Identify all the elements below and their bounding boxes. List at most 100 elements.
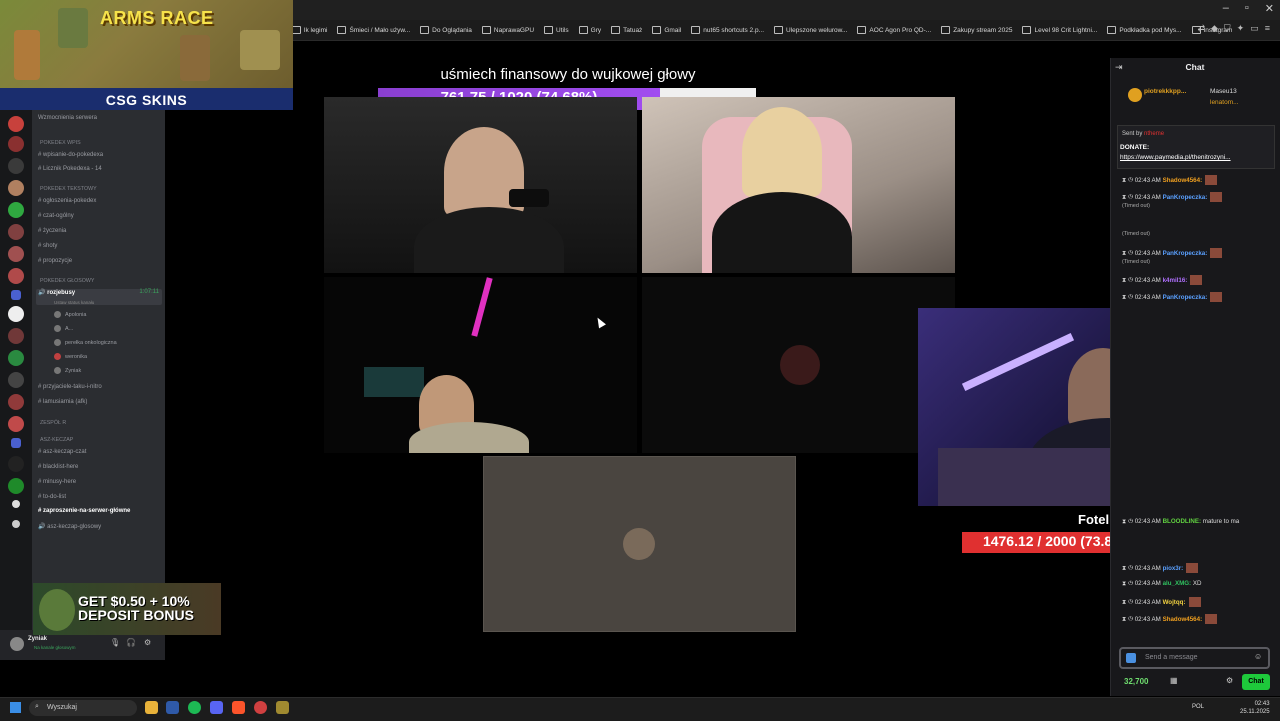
bookmark-item[interactable]: Utils (544, 26, 569, 34)
server-icon[interactable] (8, 478, 24, 494)
bookmark-item[interactable]: Podkładka pod Mys... (1107, 26, 1182, 34)
video-tile-2[interactable] (642, 97, 955, 273)
gift-icon[interactable]: ▦ (1170, 676, 1178, 685)
voice-status[interactable]: Ustaw status kanału (54, 300, 94, 305)
brave-icon[interactable] (232, 701, 245, 714)
chat-message[interactable]: ⧗ ◷ 02:43 AM BLOODLINE: mature to ma (1122, 518, 1239, 526)
channel-item[interactable]: # zaproszenie-na-serwer-główne (38, 508, 130, 514)
bookmark-item[interactable]: Śmieci / Mało używ... (337, 26, 410, 34)
video-tile-5[interactable] (483, 456, 796, 632)
server-icon[interactable] (12, 520, 20, 528)
chat-message[interactable]: ⧗ ◷ 02:43 AM Wojtqq: (1122, 597, 1201, 607)
puzzle-icon[interactable]: ✦ (1237, 23, 1245, 34)
server-icon[interactable] (12, 500, 20, 508)
menu-icon[interactable]: ≡ (1265, 23, 1270, 34)
server-icon[interactable] (8, 224, 24, 240)
maximize-button[interactable]: ▫ (1245, 2, 1249, 15)
channel-item[interactable]: # minusy-here (38, 479, 76, 485)
headphones-icon[interactable]: 🎧 (126, 638, 136, 647)
avatar[interactable] (10, 637, 24, 651)
video-tile-3[interactable] (324, 277, 637, 453)
channel-points[interactable]: 32,700 (1124, 677, 1148, 686)
channel-item[interactable]: # to-do-list (38, 494, 66, 500)
server-icon[interactable] (8, 394, 24, 410)
extension-icon[interactable]: ◆ (1211, 23, 1218, 34)
chat-timeout-notice[interactable]: (Timed out) (1122, 259, 1150, 265)
bookmark-item[interactable]: Ulepszone welurow... (774, 26, 847, 34)
chat-message[interactable]: ⧗ ◷ 02:43 AM Shadow4564: (1122, 614, 1218, 624)
channel-item[interactable]: # czat-ogólny (38, 213, 74, 219)
server-icon[interactable] (8, 350, 24, 366)
settings-gear-icon[interactable]: ⚙ (144, 638, 151, 647)
voice-user[interactable]: perełka onkologiczna (54, 339, 117, 346)
chat-timeout-notice[interactable]: (Timed out) (1122, 231, 1150, 237)
chat-send-button[interactable]: Chat (1242, 674, 1270, 690)
language-indicator[interactable]: POL (1192, 704, 1204, 710)
channel-item[interactable]: # przyjaciele-taku-i-nitro (38, 384, 102, 390)
server-icon[interactable] (8, 328, 24, 344)
channel-item[interactable]: 🔊 asz-keczap-glosowy (38, 523, 101, 530)
bookmark-item[interactable]: Gry (578, 26, 601, 34)
category-label[interactable]: asz-keczap (40, 437, 73, 443)
top-user[interactable]: piotrekkkpp... (1144, 88, 1186, 95)
taskbar-search[interactable]: ⌕ Wyszukaj (29, 700, 137, 716)
channel-item[interactable]: # Licznik Pokedexa - 14 (38, 166, 102, 172)
sidebar-icon[interactable]: ▭ (1250, 23, 1259, 34)
close-button[interactable]: ✕ (1265, 2, 1274, 15)
server-icon[interactable] (8, 456, 24, 472)
store-icon[interactable] (166, 701, 179, 714)
app-icon[interactable] (276, 701, 289, 714)
channel-item[interactable]: # blacklist-here (38, 464, 78, 470)
chat-settings-icon[interactable]: ⚙ (1226, 676, 1233, 685)
bookmark-item[interactable]: Do Oglądania (420, 26, 472, 34)
obs-icon[interactable] (254, 701, 267, 714)
server-icon[interactable] (8, 416, 24, 432)
category-label[interactable]: POKEDEX Wpis (40, 140, 81, 146)
chat-timeout-notice[interactable]: (Timed out) (1122, 203, 1150, 209)
channel-item[interactable]: # propozycje (38, 258, 72, 264)
server-icon[interactable] (8, 372, 24, 388)
folder-icon[interactable] (11, 290, 21, 300)
channel-item[interactable]: # ogłoszenia-pokedex (38, 198, 96, 204)
top-user[interactable]: Maseu13 (1210, 88, 1237, 95)
chat-message[interactable]: ⧗ ◷ 02:43 AM PanKropeczka: (1122, 248, 1223, 258)
chat-message[interactable]: ⧗ ◷ 02:43 AM Shadow4564: (1122, 175, 1218, 185)
game-ad-banner[interactable]: ARMS RACE CSG SKINS (0, 0, 293, 110)
category-label[interactable]: POKEDEX GŁOSOWY (40, 278, 94, 284)
top-user[interactable]: lenatom... (1210, 99, 1239, 106)
category-label[interactable]: Zespół R (40, 420, 66, 426)
discord-icon[interactable] (210, 701, 223, 714)
video-tile-4[interactable] (642, 277, 955, 453)
server-icon[interactable] (8, 116, 24, 132)
server-icon[interactable] (8, 306, 24, 322)
bookmark-item[interactable]: Gmail (652, 26, 681, 34)
bookmark-item[interactable]: nut65 shortcuts 2.p... (691, 26, 764, 34)
voice-user[interactable]: Apolonia (54, 311, 86, 318)
chat-message[interactable]: ⧗ ◷ 02:43 AM k4mil16: (1122, 275, 1203, 285)
chat-message[interactable]: ⧗ ◷ 02:43 AM PanKropeczka: (1122, 192, 1223, 202)
bookmark-item[interactable]: Zakupy stream 2025 (941, 26, 1012, 34)
video-tile-1[interactable] (324, 97, 637, 273)
boost-item[interactable]: Wzmocnienia serwera (38, 115, 97, 121)
voice-user[interactable]: weronika (54, 353, 87, 360)
voice-user[interactable]: A... (54, 325, 73, 332)
shield-icon[interactable]: ⛉ (1224, 23, 1231, 34)
channel-item[interactable]: # życzenia (38, 228, 66, 234)
bookmark-item[interactable]: lk legimi (292, 26, 327, 34)
chat-message[interactable]: ⧗ ◷ 02:43 AM PanKropeczka: (1122, 292, 1223, 302)
start-icon[interactable] (10, 702, 21, 713)
emote-picker-icon[interactable]: ☺ (1254, 652, 1262, 661)
file-explorer-icon[interactable] (145, 701, 158, 714)
taskbar-clock[interactable]: 02:43 25.11.2025 (1240, 700, 1270, 716)
category-label[interactable]: POKEDEX Tekstowy (40, 186, 97, 192)
minimize-button[interactable]: – (1223, 2, 1229, 15)
bookmark-item[interactable]: NaprawaGPU (481, 26, 534, 34)
channel-item[interactable]: # asz-keczap-czat (38, 449, 86, 455)
chat-message[interactable]: ⧗ ◷ 02:43 AM piox3r: (1122, 563, 1199, 573)
spotify-icon[interactable] (188, 701, 201, 714)
translate-icon[interactable]: ⇄ (1197, 23, 1205, 34)
server-icon[interactable] (8, 268, 24, 284)
pinned-link[interactable]: https://www.paymedia.pl/thenitrozyni... (1120, 154, 1231, 161)
voice-user[interactable]: Zyniak (54, 367, 81, 374)
server-icon[interactable] (8, 246, 24, 262)
